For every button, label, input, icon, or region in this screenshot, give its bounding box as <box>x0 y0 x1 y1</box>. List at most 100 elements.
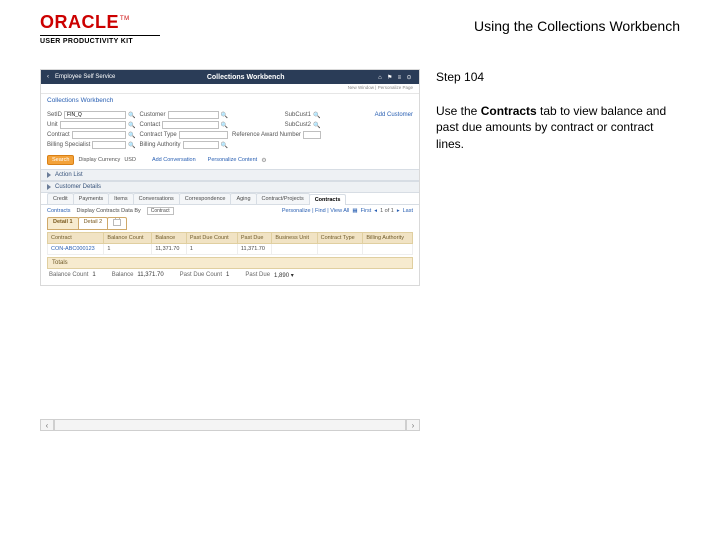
billspec-label: Billing Specialist <box>47 142 90 148</box>
instruction-text: Use the Contracts tab to view balance an… <box>436 103 680 152</box>
gear-icon[interactable]: ⚙ <box>261 157 266 164</box>
grid-subtabs: Detail 1 Detail 2 <box>41 217 419 230</box>
oracle-logo-text: ORACLE <box>40 12 119 32</box>
screenshot-panel: ‹ Employee Self Service Collections Work… <box>40 69 420 286</box>
lookup-icon[interactable]: 🔍 <box>313 122 320 129</box>
pager-next-icon[interactable]: ▸ <box>397 208 400 214</box>
nav-breadcrumb-left[interactable]: Employee Self Service <box>55 74 115 80</box>
subbar-links[interactable]: New Window | Personalize Page <box>348 85 413 90</box>
subtab-detail2[interactable]: Detail 2 <box>78 217 109 230</box>
flag-icon[interactable]: ⚑ <box>386 74 394 81</box>
brand-rule <box>40 35 160 36</box>
col-contract[interactable]: Contract <box>48 233 104 244</box>
unit-input[interactable] <box>60 121 126 129</box>
scroll-track[interactable] <box>54 419 406 431</box>
totals-row: Balance Count1 Balance11,371.70 Past Due… <box>41 269 419 285</box>
tab-contracts[interactable]: Contracts <box>309 194 347 205</box>
cell-past-due: 11,371.70 <box>237 244 272 255</box>
scroll-left-icon[interactable]: ‹ <box>40 419 54 431</box>
display-by-select[interactable]: Contract <box>147 207 174 215</box>
col-pd-count[interactable]: Past Due Count <box>186 233 237 244</box>
subtab-detail1[interactable]: Detail 1 <box>47 217 79 230</box>
contract-type-input[interactable] <box>179 131 228 139</box>
expand-icon[interactable] <box>47 184 51 190</box>
display-by-label: Display Contracts Data By <box>77 208 141 214</box>
tab-contract-projects[interactable]: Contract/Projects <box>256 193 310 204</box>
expand-icon[interactable] <box>47 172 51 178</box>
horizontal-scrollbar[interactable]: ‹ › <box>40 418 420 432</box>
display-currency-value: USD <box>124 157 136 163</box>
tab-payments[interactable]: Payments <box>73 193 109 204</box>
col-bu[interactable]: Business Unit <box>272 233 317 244</box>
pager-range: 1 of 1 <box>380 208 394 214</box>
tot-balcnt-v: 1 <box>92 272 95 279</box>
contract-input[interactable] <box>72 131 126 139</box>
billauth-input[interactable] <box>183 141 219 149</box>
home-icon[interactable]: ⌂ <box>376 75 384 81</box>
table-row[interactable]: CON-ABC000123 1 11,371.70 1 11,371.70 <box>48 244 413 255</box>
subtab-showall[interactable] <box>107 217 127 230</box>
subcust2-label: SubCust2 <box>285 122 311 128</box>
ref-award-input[interactable] <box>303 131 321 139</box>
instruction-panel: Step 104 Use the Contracts tab to view b… <box>436 69 680 286</box>
menu-icon[interactable]: ≡ <box>395 75 403 81</box>
product-name: USER PRODUCTIVITY KIT <box>40 38 160 45</box>
add-customer-link[interactable]: Add Customer <box>375 112 413 118</box>
instruction-pre: Use the <box>436 104 481 118</box>
tab-items[interactable]: Items <box>108 193 133 204</box>
cell-billauth <box>363 244 413 255</box>
grid-sheet-icon[interactable]: ▦ <box>352 208 357 214</box>
setid-label: SetID <box>47 112 62 118</box>
tot-pdc-l: Past Due Count <box>180 272 222 279</box>
col-past-due[interactable]: Past Due <box>237 233 272 244</box>
detail-tabs: Credit Payments Items Conversations Corr… <box>41 193 419 205</box>
lookup-icon[interactable]: 🔍 <box>221 122 228 129</box>
ref-award-label: Reference Award Number <box>232 132 301 138</box>
setid-input[interactable] <box>64 111 126 119</box>
col-ctype[interactable]: Contract Type <box>317 233 363 244</box>
lookup-icon[interactable]: 🔍 <box>128 132 135 139</box>
cell-bu <box>272 244 317 255</box>
subcust1-label: SubCust1 <box>285 112 311 118</box>
tab-aging[interactable]: Aging <box>230 193 256 204</box>
customer-details-label: Customer Details <box>55 184 101 190</box>
grid-title: Contracts <box>47 208 71 214</box>
lookup-icon[interactable]: 🔍 <box>313 112 320 119</box>
grid-pager: Personalize | Find | View All ▦ First ◂ … <box>282 208 413 214</box>
col-balance[interactable]: Balance <box>152 233 187 244</box>
nav-icon-group: ⌂ ⚑ ≡ ⊙ <box>376 74 413 81</box>
help-icon[interactable]: ⊙ <box>405 74 413 81</box>
lookup-icon[interactable]: 🔍 <box>128 142 135 149</box>
action-list-section[interactable]: Action List <box>41 169 419 181</box>
step-number: Step 104 <box>436 69 680 85</box>
instruction-bold: Contracts <box>481 104 537 118</box>
page-title: Using the Collections Workbench <box>474 12 680 34</box>
pager-first[interactable]: First <box>361 208 372 214</box>
lookup-icon[interactable]: 🔍 <box>128 122 135 129</box>
nav-back-icon[interactable]: ‹ <box>47 74 49 80</box>
billspec-input[interactable] <box>92 141 126 149</box>
action-list-label: Action List <box>55 172 83 178</box>
customer-input[interactable] <box>168 111 219 119</box>
grid-personalize[interactable]: Personalize | Find | View All <box>282 208 350 214</box>
pager-prev-icon[interactable]: ◂ <box>374 208 377 214</box>
lookup-icon[interactable]: 🔍 <box>128 112 135 119</box>
personalize-content-link[interactable]: Personalize Content <box>208 157 258 163</box>
tab-correspondence[interactable]: Correspondence <box>179 193 232 204</box>
tot-pdc-v: 1 <box>226 272 229 279</box>
col-billauth[interactable]: Billing Authority <box>363 233 413 244</box>
pager-last[interactable]: Last <box>403 208 413 214</box>
app-subbar: New Window | Personalize Page <box>41 84 419 94</box>
contact-input[interactable] <box>162 121 218 129</box>
search-button[interactable]: Search <box>47 155 74 165</box>
tab-conversations[interactable]: Conversations <box>133 193 180 204</box>
display-currency-label: Display Currency <box>78 157 120 163</box>
scroll-right-icon[interactable]: › <box>406 419 420 431</box>
lookup-icon[interactable]: 🔍 <box>221 112 228 119</box>
lookup-icon[interactable]: 🔍 <box>221 142 228 149</box>
customer-details-section[interactable]: Customer Details <box>41 181 419 193</box>
col-bal-count[interactable]: Balance Count <box>104 233 152 244</box>
tab-credit[interactable]: Credit <box>47 193 74 204</box>
add-conversation-link[interactable]: Add Conversation <box>152 157 196 163</box>
totals-header: Totals <box>47 257 413 269</box>
